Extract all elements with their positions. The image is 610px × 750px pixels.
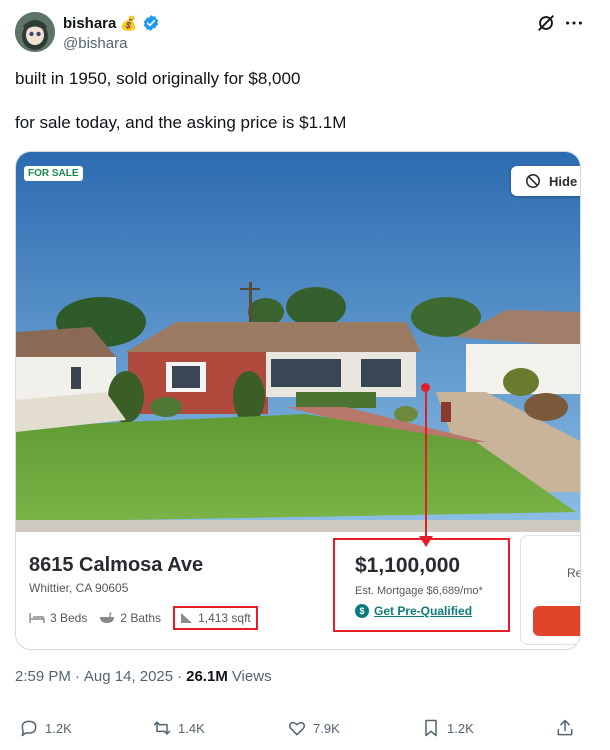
- listing-card[interactable]: FOR SALE Hide 8615 Calmosa Ave Whittier,…: [15, 151, 581, 650]
- price-highlight-box: $1,100,000 Est. Mortgage $6,689/mo* $ Ge…: [333, 538, 510, 632]
- annotation-arrow: [425, 386, 427, 538]
- listing-info: 8615 Calmosa Ave Whittier, CA 90605 3 Be…: [16, 532, 581, 649]
- tweet-time[interactable]: 2:59 PM: [15, 668, 71, 685]
- beds-feature: 3 Beds: [29, 611, 87, 625]
- arrow-head: [419, 536, 433, 547]
- baths-feature: 2 Baths: [99, 611, 161, 625]
- reply-icon: [21, 720, 37, 737]
- views-count: 26.1M: [186, 668, 228, 685]
- tweet-line-1: built in 1950, sold originally for $8,00…: [15, 69, 301, 88]
- side-panel-button[interactable]: [533, 606, 580, 636]
- for-sale-badge: FOR SALE: [24, 166, 83, 181]
- tweet-actions: 1.2K 1.4K 7.9K 1.2K: [15, 718, 585, 742]
- repost-icon: [153, 721, 171, 735]
- tweet-meta: 2:59 PM · Aug 14, 2025 · 26.1M Views: [15, 668, 272, 685]
- meta-separator: ·: [177, 668, 183, 685]
- hide-label: Hide: [549, 173, 578, 189]
- house-photo: FOR SALE Hide: [16, 152, 580, 532]
- baths-label: 2 Baths: [120, 611, 162, 625]
- verified-badge-icon: [143, 15, 158, 31]
- beds-label: 3 Beds: [50, 611, 88, 625]
- bookmark-icon: [425, 719, 437, 737]
- moneybag-emoji: 💰: [120, 14, 138, 31]
- hide-button[interactable]: Hide: [511, 166, 580, 196]
- grok-icon[interactable]: [535, 12, 557, 34]
- repost-button[interactable]: 1.4K: [152, 718, 205, 738]
- side-panel-label: Re: [567, 566, 581, 580]
- tweet-header: bishara 💰 @bishara: [15, 12, 595, 56]
- share-button[interactable]: [555, 718, 575, 738]
- views-label: Views: [231, 668, 272, 685]
- share-icon: [557, 719, 573, 736]
- avatar[interactable]: [15, 12, 55, 52]
- area-icon: [181, 613, 193, 623]
- sqft-label: 1,413 sqft: [198, 611, 251, 625]
- block-icon: [526, 174, 540, 188]
- tweet-date[interactable]: Aug 14, 2025: [84, 668, 173, 685]
- listing-address[interactable]: 8615 Calmosa Ave: [29, 554, 203, 577]
- listing-features: 3 Beds 2 Baths 1,413 sqft: [29, 606, 258, 630]
- more-options-icon[interactable]: [563, 12, 585, 34]
- like-count: 7.9K: [313, 720, 340, 736]
- repost-count: 1.4K: [178, 720, 205, 736]
- heart-icon: [288, 721, 306, 736]
- side-panel: Re: [520, 535, 581, 645]
- bath-icon: [100, 612, 115, 623]
- get-prequalified-link[interactable]: $ Get Pre-Qualified: [355, 604, 472, 618]
- bookmark-count: 1.2K: [447, 720, 474, 736]
- reply-count: 1.2K: [45, 720, 72, 736]
- tweet-text: built in 1950, sold originally for $8,00…: [15, 68, 585, 156]
- sqft-highlight-box: 1,413 sqft: [173, 606, 258, 630]
- meta-separator: ·: [74, 668, 80, 685]
- est-mortgage: Est. Mortgage $6,689/mo*: [355, 585, 483, 597]
- listing-price: $1,100,000: [355, 554, 461, 577]
- reply-button[interactable]: 1.2K: [19, 718, 72, 738]
- dollar-icon: $: [355, 604, 369, 618]
- listing-city: Whittier, CA 90605: [29, 581, 129, 595]
- like-button[interactable]: 7.9K: [287, 718, 340, 738]
- display-name[interactable]: bishara: [63, 15, 116, 32]
- bookmark-button[interactable]: 1.2K: [421, 718, 474, 738]
- handle[interactable]: @bishara: [63, 35, 127, 52]
- prequalify-label: Get Pre-Qualified: [374, 604, 473, 618]
- bed-icon: [29, 613, 45, 623]
- tweet-line-2: for sale today, and the asking price is …: [15, 113, 347, 132]
